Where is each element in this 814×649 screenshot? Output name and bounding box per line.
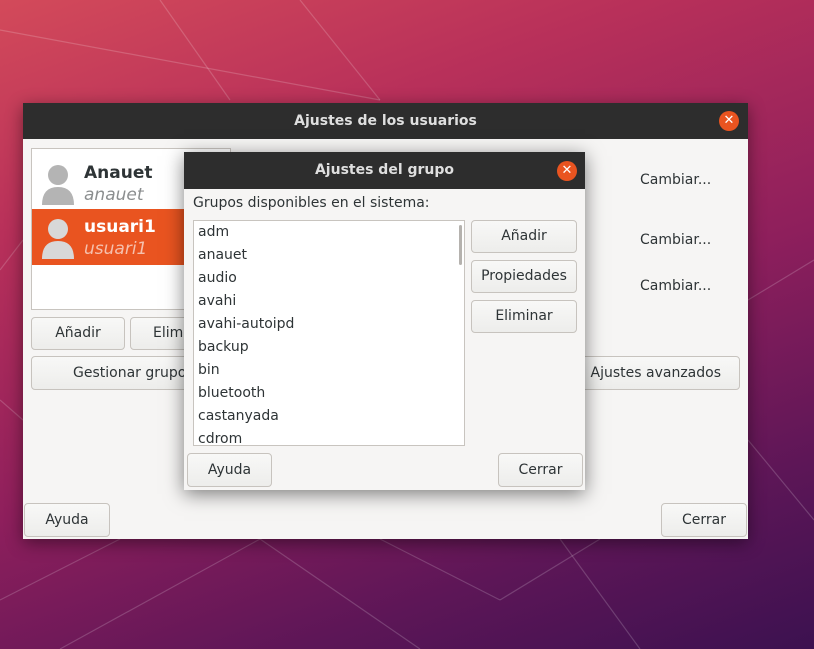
list-item[interactable]: backup [194,336,464,359]
close-button[interactable]: Cerrar [661,503,747,537]
list-item[interactable]: cdrom [194,428,464,445]
close-icon[interactable]: ✕ [719,111,739,131]
add-user-button[interactable]: Añadir [31,317,125,350]
user-avatar-icon [42,219,74,259]
dialog-title: Ajustes del grupo [314,162,455,178]
change-button[interactable]: Cambiar... [640,172,711,188]
delete-group-button[interactable]: Eliminar [471,300,577,333]
add-group-button[interactable]: Añadir [471,220,577,253]
user-login: usuari1 [84,239,148,259]
list-item[interactable]: bin [194,359,464,382]
change-button[interactable]: Cambiar... [640,278,711,294]
scrollbar[interactable] [459,225,462,265]
dialog-help-button[interactable]: Ayuda [187,453,272,487]
main-window-title: Ajustes de los usuarios [294,113,477,129]
list-item[interactable]: avahi [194,290,464,313]
help-button[interactable]: Ayuda [24,503,110,537]
properties-button[interactable]: Propiedades [471,260,577,293]
dialog-titlebar[interactable]: Ajustes del grupo ✕ [184,152,585,189]
group-settings-dialog: Ajustes del grupo ✕ Grupos disponibles e… [184,152,585,490]
user-name: usuari1 [84,217,156,237]
main-titlebar[interactable]: Ajustes de los usuarios ✕ [23,103,748,139]
list-item[interactable]: bluetooth [194,382,464,405]
list-item[interactable]: avahi-autoipd [194,313,464,336]
user-name: Anauet [84,163,153,183]
advanced-settings-button[interactable]: Ajustes avanzados [563,356,740,390]
list-item[interactable]: audio [194,267,464,290]
dialog-close-button[interactable]: Cerrar [498,453,583,487]
user-login: anauet [84,185,144,205]
list-item[interactable]: castanyada [194,405,464,428]
group-list[interactable]: adm anauet audio avahi avahi-autoipd bac… [193,220,465,446]
list-item[interactable]: adm [194,221,464,244]
list-item[interactable]: anauet [194,244,464,267]
user-avatar-icon [42,165,74,205]
change-button[interactable]: Cambiar... [640,232,711,248]
available-groups-label: Grupos disponibles en el sistema: [193,195,430,211]
close-icon[interactable]: ✕ [557,161,577,181]
